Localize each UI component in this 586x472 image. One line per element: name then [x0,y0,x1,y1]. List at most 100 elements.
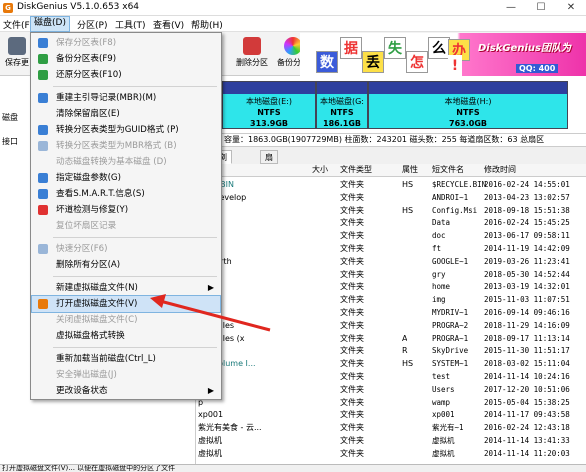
menu-item[interactable]: 查看S.M.A.R.T.信息(S) [32,186,220,202]
file-modified: 2013-04-23 13:02:57 [484,192,570,202]
submenu-arrow-icon: ▶ [207,386,214,395]
file-row[interactable]: rive文件夹RSkyDrive2015-11-30 11:51:17 [196,344,586,357]
menu-item[interactable]: 虚拟磁盘格式转换 [32,328,220,344]
col-size[interactable]: 大小 [312,164,328,176]
banner-char: 么 [428,37,450,59]
menu-item-icon [38,189,48,199]
file-short-name: test [432,372,451,381]
file-short-name: 虚拟机 [432,448,455,458]
file-row[interactable]: 文件夹 ft 2014-11-19 14:42:09 [196,242,586,255]
menu-bar: 文件(F) 磁盘(D) 分区(P) 工具(T) 查看(V) 帮助(H) [0,16,586,32]
menu-item-icon [38,173,48,183]
file-type: 文件夹 [340,282,364,292]
file-short-name: Config.Msi [432,205,478,215]
menu-item[interactable]: 转换分区表类型为GUID格式 (P) [32,122,220,138]
menu-item[interactable]: 坏道检测与修复(Y) [32,202,220,218]
file-row[interactable]: 文件夹 home 2013-03-19 14:32:01 [196,280,586,293]
file-row[interactable]: 文件夹 img 2015-11-03 11:07:51 [196,293,586,306]
menu-item[interactable]: 重新加载当前磁盘(Ctrl_L) [32,351,220,367]
file-name: 虚拟机 [198,448,222,458]
menu-item-icon [38,299,48,309]
file-short-name: Data [432,218,451,228]
file-row[interactable]: s文件夹Users2017-12-20 10:51:06 [196,383,586,396]
file-modified: 2015-11-03 11:07:51 [484,295,570,305]
file-row[interactable]: p 文件夹 wamp 2015-05-04 15:38:25 [196,396,586,409]
menu-item[interactable]: 删除所有分区(A) [32,257,220,273]
partition-block-e[interactable]: 本地磁盘(E:) NTFS 313.9GB [222,81,316,129]
file-short-name: 紫光有~1 [432,423,464,433]
partition-block-g[interactable]: 本地磁盘(G: NTFS 186.1GB [316,81,368,129]
file-type: 文件夹 [340,423,364,433]
file-row[interactable]: roidDevelop 文件夹 ANDROI~1 2013-04-23 13:02:5… [196,191,586,204]
file-row[interactable]: a文件夹Data2016-02-24 15:45:25 [196,216,586,229]
menu-item[interactable]: 指定磁盘参数(G) [32,170,220,186]
banner-char: ! [448,55,462,76]
save-changes-button[interactable]: 保存更 [0,37,34,73]
file-modified: 2018-09-17 11:13:14 [484,333,570,343]
file-type: 文件夹 [340,384,364,394]
file-row[interactable]: rivers文件夹MYDRIV~12016-09-14 09:46:16 [196,306,586,319]
promo-banner[interactable]: 数 据 丢 失 怎 么 办 ! DiskGenius团队为 QQ: 400 [300,33,586,76]
tab-sector-edit[interactable]: 扇区编辑 [260,150,278,201]
file-row[interactable]: ig.Msi文件夹HSConfig.Msi2018-09-18 15:51:38 [196,204,586,217]
menu-item-label: 复位坏扇区记录 [56,221,117,231]
menu-item[interactable]: 还原分区表(F10) [32,67,220,83]
file-type: 文件夹 [340,256,364,266]
file-row[interactable]: 文件夹 doc 2013-06-17 09:58:11 [196,229,586,242]
col-modified[interactable]: 修改时间 [484,164,516,176]
partition-header [369,82,567,94]
menu-item[interactable]: 打开虚拟磁盘文件(V) [31,295,221,313]
banner-char: 数 [316,51,338,73]
delete-partition-button[interactable]: 删除分区 [235,37,269,73]
menu-item[interactable]: 更改设备状态 ▶ [32,383,220,399]
file-type: 文件夹 [340,448,364,458]
file-row[interactable]: 虚拟机 文件夹 虚拟机 2014-11-14 11:20:03 [196,447,586,460]
file-name: 紫光有美食 - 云... [198,423,262,433]
menu-item-label: 关闭虚拟磁盘文件(C) [56,315,138,325]
maximize-button[interactable]: ☐ [526,0,556,16]
file-short-name: MYDRIV~1 [432,308,469,317]
file-short-name: ANDROI~1 [432,192,469,202]
menu-item[interactable]: 清除保留扇区(E) [32,106,220,122]
file-row[interactable]: 紫光有美食 - 云... 文件夹 紫光有~1 2016-02-24 12:43:18 [196,421,586,434]
file-modified: 2014-11-19 14:42:09 [484,244,570,253]
menu-help[interactable]: 帮助(H) [188,18,226,31]
file-row[interactable]: em Volume I... 文件夹 HS SYSTEM~1 2018-03-02 15… [196,357,586,370]
file-list[interactable]: 大小 文件类型 属性 短文件名 修改时间 YCLE.BIN文件夹HS$RECYC… [196,164,586,464]
file-row[interactable]: ram Files (x文件夹APROGRA~12018-09-17 11:13… [196,332,586,345]
file-short-name: GOOGLE~1 [432,256,469,266]
menu-item-label: 安全弹出磁盘(J) [56,370,117,380]
menu-item[interactable]: 重建主引导记录(MBR)(M) [32,90,220,106]
menu-item-label: 保存分区表(F8) [56,38,117,48]
file-row[interactable]: 虚拟机 文件夹 虚拟机 2014-11-14 13:41:33 [196,434,586,447]
close-button[interactable]: ✕ [556,0,586,16]
minimize-button[interactable]: — [496,0,526,16]
file-modified: 2014-11-14 13:41:33 [484,436,570,445]
menu-disk[interactable]: 磁盘(D) [30,16,70,32]
disk-label: 磁盘 [2,113,18,122]
file-short-name: 虚拟机 [432,436,455,445]
file-row[interactable]: gleEarth文件夹GOOGLE~12019-03-26 11:23:41 [196,255,586,268]
menu-item-icon [38,244,48,254]
menu-item[interactable]: 备份分区表(F9) [32,51,220,67]
file-row[interactable]: 文件夹 gry 2018-05-30 14:52:44 [196,268,586,281]
menu-view[interactable]: 查看(V) [150,18,187,31]
partition-block-h[interactable]: 本地磁盘(H:) NTFS 763.0GB [368,81,568,129]
menu-item[interactable]: 新建虚拟磁盘文件(N) ▶ [32,280,220,296]
col-short-name[interactable]: 短文件名 [432,164,464,176]
file-type: 文件夹 [340,269,364,279]
banner-char: 据 [340,37,362,59]
app-window: G DiskGenius V5.1.0.653 x64 — ☐ ✕ 文件(F) … [0,0,586,472]
menu-partition[interactable]: 分区(P) [74,18,110,31]
col-attr[interactable]: 属性 [402,164,418,176]
file-row[interactable]: YCLE.BIN文件夹HS$RECYCLE.BIN2016-02-24 14:5… [196,178,586,191]
file-name: 虚拟机 [198,436,222,445]
file-modified: 2015-05-04 15:38:25 [484,397,570,407]
file-row[interactable]: 文件夹 test 2014-11-14 10:24:16 [196,370,586,383]
file-row[interactable]: xp001 文件夹 xp001 2014-11-17 09:43:58 [196,408,586,421]
file-modified: 2018-05-30 14:52:44 [484,269,570,279]
file-row[interactable]: ram Files文件夹PROGRA~22018-11-29 14:16:09 [196,319,586,332]
menu-tools[interactable]: 工具(T) [112,18,149,31]
col-type[interactable]: 文件类型 [340,164,372,176]
file-type: 文件夹 [340,231,364,241]
